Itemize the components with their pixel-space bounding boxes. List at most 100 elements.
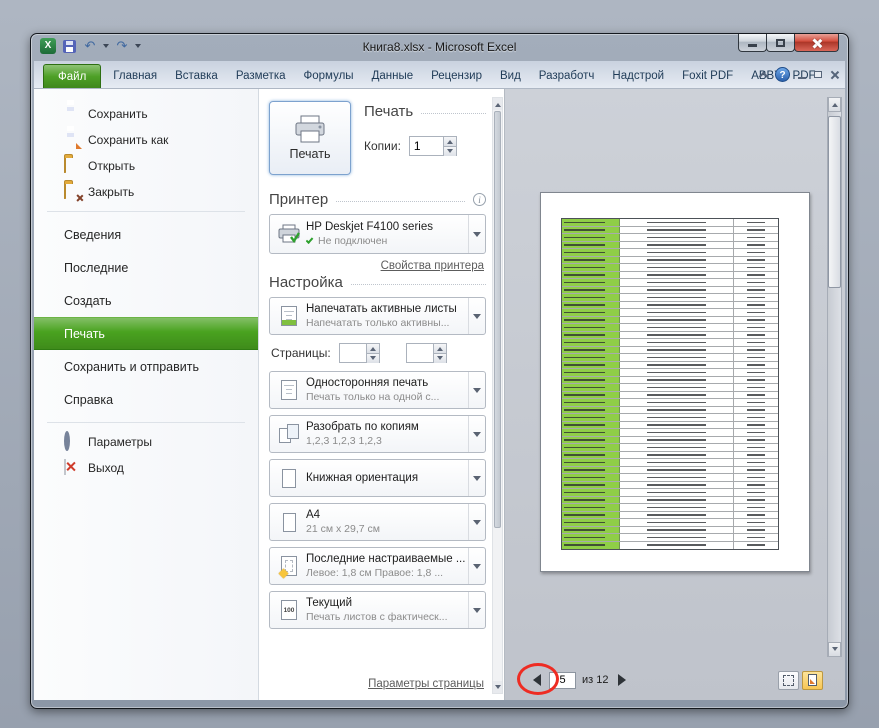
previous-page-icon — [533, 674, 541, 686]
tab-data[interactable]: Данные — [363, 65, 423, 88]
preview-cell — [620, 481, 734, 488]
printer-properties-link[interactable]: Свойства принтера — [269, 260, 484, 272]
dropdown-scaling[interactable]: Текущий Печать листов с фактическ... — [269, 591, 486, 629]
dropdown-paper-size[interactable]: A4 21 см x 29,7 см — [269, 503, 486, 541]
preview-table-row — [562, 421, 778, 429]
preview-cell — [734, 242, 778, 249]
sidebar-item-save-send[interactable]: Сохранить и отправить — [34, 350, 258, 383]
preview-cell — [620, 451, 734, 458]
copies-input[interactable] — [409, 137, 443, 155]
preview-table-row — [562, 331, 778, 339]
next-page-button[interactable] — [614, 671, 630, 689]
pages-from-spin-down[interactable] — [366, 353, 379, 363]
copies-spin-down[interactable] — [443, 146, 456, 156]
preview-table-row — [562, 361, 778, 369]
sidebar-item-save-as[interactable]: Сохранить как — [34, 127, 258, 153]
preview-scrollbar[interactable] — [827, 97, 842, 657]
sidebar-item-print[interactable]: Печать — [34, 317, 258, 350]
sidebar-item-help[interactable]: Справка — [34, 383, 258, 416]
preview-table-row — [562, 399, 778, 407]
preview-cell-green — [562, 459, 620, 466]
preview-cell — [734, 534, 778, 541]
tab-developer[interactable]: Разработч — [530, 65, 604, 88]
show-margins-toggle[interactable] — [778, 670, 799, 690]
settings-scrollbar[interactable] — [492, 97, 503, 694]
dropdown-one-sided[interactable]: Односторонняя печать Печать только на од… — [269, 371, 486, 409]
pages-from-spin-up[interactable] — [366, 344, 379, 353]
tab-review[interactable]: Рецензир — [422, 65, 491, 88]
dropdown-collated[interactable]: Разобрать по копиям 1,2,3 1,2,3 1,2,3 — [269, 415, 486, 453]
page-setup-link[interactable]: Параметры страницы — [269, 678, 484, 690]
workbook-minimize-icon[interactable] — [798, 77, 806, 79]
dropdown-margins[interactable]: Последние настраиваемые ... Левое: 1,8 с… — [269, 547, 486, 585]
tab-home[interactable]: Главная — [104, 65, 166, 88]
pages-from-stepper — [338, 343, 380, 363]
tab-view[interactable]: Вид — [491, 65, 530, 88]
preview-table-row — [562, 309, 778, 317]
sidebar-item-open[interactable]: Открыть — [34, 153, 258, 179]
preview-table-row — [562, 264, 778, 272]
sidebar-item-save[interactable]: Сохранить — [34, 101, 258, 127]
current-page-input[interactable] — [549, 671, 576, 689]
print-button[interactable]: Печать — [269, 101, 351, 175]
sidebar-item-options[interactable]: Параметры — [34, 429, 258, 455]
open-folder-icon — [64, 157, 81, 174]
dropdown-print-active-sheets[interactable]: Напечатать активные листы Напечатать тол… — [269, 297, 486, 335]
pages-to-spin-up[interactable] — [433, 344, 446, 353]
scroll-up-icon[interactable] — [493, 98, 502, 110]
qat-menu-icon[interactable] — [135, 44, 141, 51]
dropdown-printer[interactable]: HP Deskjet F4100 series Не подключен — [269, 214, 486, 254]
settings-scrollbar-thumb[interactable] — [494, 111, 501, 528]
excel-logo-icon[interactable] — [40, 38, 56, 54]
sidebar-item-recent[interactable]: Последние — [34, 251, 258, 284]
pages-to-input[interactable] — [406, 344, 433, 362]
preview-cell — [734, 512, 778, 519]
show-margins-icon — [783, 674, 794, 686]
tab-formulas[interactable]: Формулы — [295, 65, 363, 88]
info-icon[interactable] — [473, 193, 486, 206]
printer-device-icon — [275, 224, 303, 244]
exit-icon — [64, 459, 81, 476]
window-controls — [738, 34, 839, 52]
sidebar-item-close[interactable]: Закрыть — [34, 179, 258, 205]
scroll-down-icon[interactable] — [828, 642, 841, 657]
pages-to-spin-down[interactable] — [433, 353, 446, 363]
tab-foxit-pdf[interactable]: Foxit PDF — [673, 65, 742, 88]
preview-table-row — [562, 286, 778, 294]
close-button[interactable] — [794, 34, 839, 52]
tab-page-layout[interactable]: Разметка — [227, 65, 295, 88]
scroll-down-icon[interactable] — [493, 681, 502, 693]
undo-button[interactable] — [82, 38, 98, 54]
preview-cell — [734, 324, 778, 331]
zoom-to-page-toggle[interactable] — [802, 670, 823, 690]
dropdown-orientation[interactable]: Книжная ориентация — [269, 459, 486, 497]
copies-spin-up[interactable] — [443, 137, 456, 146]
sidebar-item-exit[interactable]: Выход — [34, 455, 258, 481]
tab-addins[interactable]: Надстрой — [603, 65, 673, 88]
sidebar-item-new[interactable]: Создать — [34, 284, 258, 317]
maximize-button[interactable] — [766, 34, 795, 52]
prev-page-button[interactable] — [529, 671, 545, 689]
preview-table-row — [562, 526, 778, 534]
preview-cell — [734, 234, 778, 241]
preview-cell — [620, 466, 734, 473]
scroll-up-icon[interactable] — [828, 97, 841, 112]
preview-cell — [734, 257, 778, 264]
scaling-icon — [275, 600, 303, 620]
sidebar-item-info[interactable]: Сведения — [34, 218, 258, 251]
tab-insert[interactable]: Вставка — [166, 65, 227, 88]
preview-scrollbar-thumb[interactable] — [828, 116, 841, 288]
undo-dropdown-icon[interactable] — [103, 44, 109, 51]
preview-cell — [734, 317, 778, 324]
chevron-down-icon — [473, 231, 481, 241]
tab-file[interactable]: Файл — [43, 64, 102, 88]
redo-button[interactable] — [114, 38, 130, 54]
workbook-restore-icon[interactable] — [814, 71, 822, 78]
pages-from-input[interactable] — [339, 344, 366, 362]
help-icon[interactable] — [775, 67, 790, 82]
ribbon-collapse-icon[interactable] — [758, 71, 769, 81]
workbook-close-icon[interactable] — [830, 70, 839, 79]
minimize-button[interactable] — [738, 34, 767, 52]
one-sided-icon — [275, 380, 303, 400]
save-button[interactable] — [61, 38, 77, 54]
